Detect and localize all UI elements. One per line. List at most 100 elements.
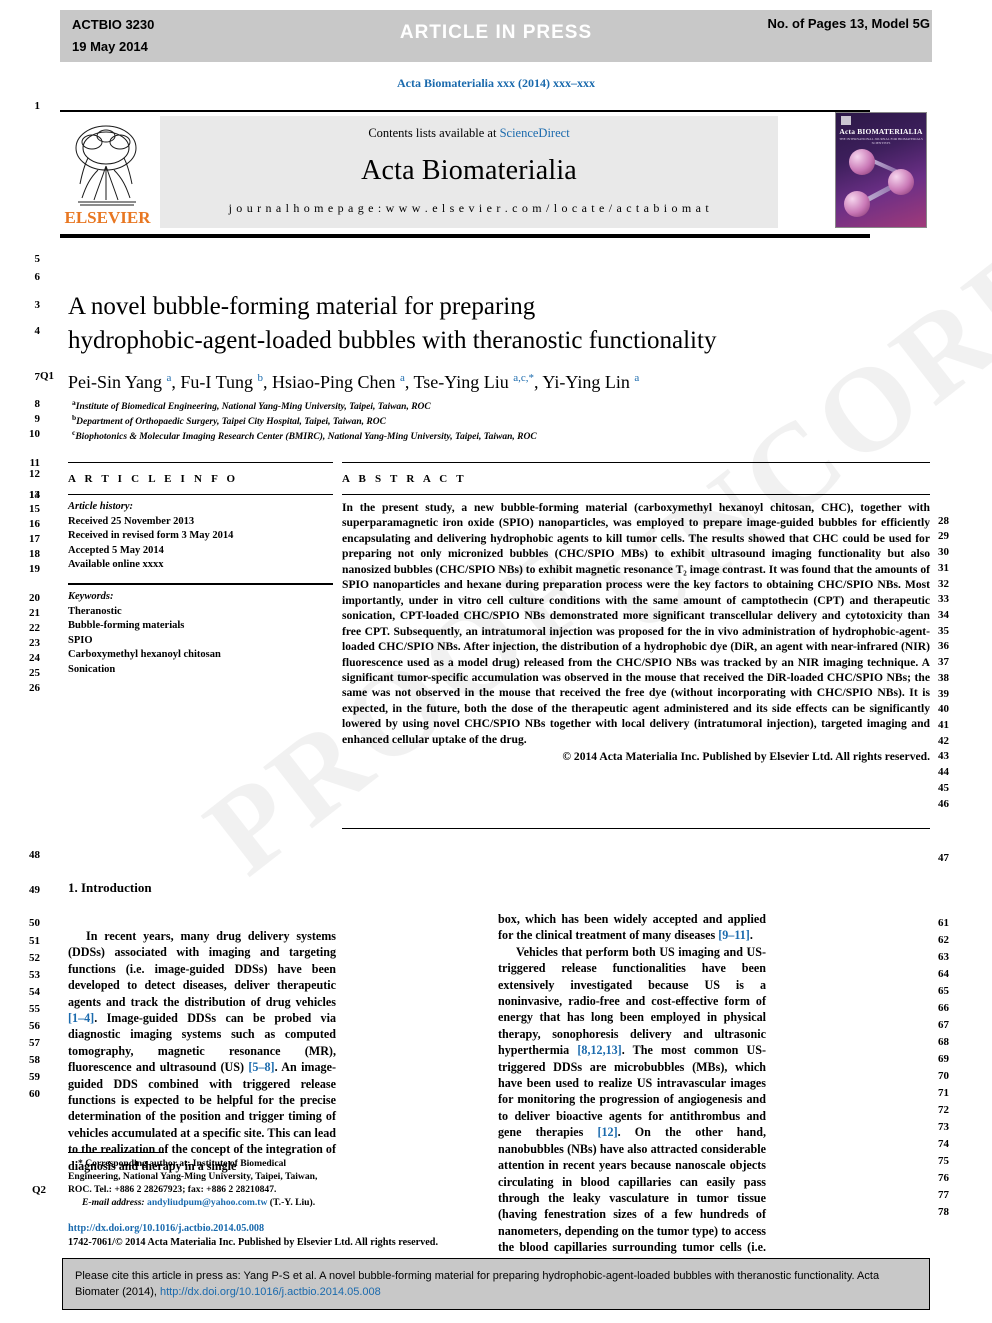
line-number: 71 [938,1087,949,1099]
line-number: 43 [938,750,949,762]
abstract-heading-rule [342,494,930,495]
line-number: 77 [938,1189,949,1201]
line-number: 30 [938,546,949,558]
line-number: 70 [938,1070,949,1082]
line-number: 4 [34,325,41,337]
line-number: 38 [938,672,949,684]
line-number: 41 [938,719,949,731]
line-number: 9 [34,413,41,425]
line-number: 58 [29,1054,40,1066]
line-number: 61 [938,917,949,929]
line-number: 53 [29,969,40,981]
article-history-label: Article history: [68,501,134,512]
line-number: 55 [29,1003,40,1015]
line-number: 76 [938,1172,949,1184]
cite-doi-link[interactable]: http://dx.doi.org/10.1016/j.actbio.2014.… [160,1286,381,1298]
article-info-heading-rule [68,494,333,495]
line-number: 57 [29,1037,40,1049]
line-number: 1 [34,100,41,112]
line-number: 19 [29,563,40,575]
line-number: 69 [938,1053,949,1065]
issn-copyright-line: 1742-7061/© 2014 Acta Materialia Inc. Pu… [68,1237,439,1248]
line-number: 20 [29,592,40,604]
line-number: 72 [938,1104,949,1116]
line-number: 31 [938,562,949,574]
footnote-block: * Corresponding author at: Institute of … [68,1157,336,1209]
running-head: Acta Biomaterialia xxx (2014) xxx–xxx [397,76,595,90]
contents-prefix: Contents lists available at [368,126,500,140]
sciencedirect-link[interactable]: ScienceDirect [500,126,570,140]
line-number: 25 [29,667,40,679]
abstract-heading: A B S T R A C T [342,473,467,485]
line-number: 12 [29,468,40,480]
line-number: 59 [29,1071,40,1083]
title-line-2: hydrophobic-agent-loaded bubbles with th… [68,327,717,354]
line-number: 60 [29,1088,40,1100]
line-number: 29 [938,530,949,542]
section-heading-introduction: 1. Introduction [68,880,152,895]
masthead-top-rule [60,110,870,112]
article-info-heading: A R T I C L E I N F O [68,473,239,485]
line-number: 42 [938,735,949,747]
pages-model-label: No. of Pages 13, Model 5G [767,16,930,31]
intro-paragraph-1-cont: box, which has been widely accepted and … [498,912,766,943]
keyword-item: SPIO [68,634,93,646]
line-number: 33 [938,593,949,605]
keywords-block: Keywords: Theranostic Bubble-forming mat… [68,590,333,678]
line-number: 74 [938,1138,949,1150]
line-number: 62 [938,934,949,946]
line-number: 51 [29,935,40,947]
line-number: 54 [29,986,40,998]
intro-paragraph-1: In recent years, many drug delivery syst… [68,929,336,1173]
line-number: 50 [29,917,40,929]
line-number: 65 [938,985,949,997]
line-number: 35 [938,625,949,637]
line-number: 78 [938,1206,949,1218]
line-number: 47 [938,852,949,864]
keyword-item: Sonication [68,663,116,675]
cover-publisher-mark [841,116,851,125]
line-number: 14 [29,489,40,501]
line-number: 28 [938,515,949,527]
journal-cover-thumbnail: Acta BIOMATERIALIA THE INTERNATIONAL JOU… [835,112,927,228]
abstract-body: In the present study, a new bubble-formi… [342,500,930,765]
line-number: 7 [34,371,41,383]
article-history: Article history: Received 25 November 20… [68,500,333,573]
corresponding-author-note: * Corresponding author at: Institute of … [68,1158,318,1195]
line-number: 34 [938,609,949,621]
cover-sphere-1 [849,149,875,175]
line-number: 23 [29,637,40,649]
line-number: 17 [29,533,40,545]
keywords-divider-rule [68,583,333,585]
journal-title: Acta Biomaterialia [361,155,577,186]
intro-paragraph-2: Vehicles that perform both US imaging an… [498,944,766,1304]
cover-sphere-3 [844,191,870,217]
line-number: 8 [34,398,41,410]
doi-link[interactable]: http://dx.doi.org/10.1016/j.actbio.2014.… [68,1222,498,1236]
line-number: 44 [938,766,949,778]
line-number: 45 [938,782,949,794]
journal-info-box: Contents lists available at ScienceDirec… [160,116,778,228]
line-number: 18 [29,548,40,560]
title-line-1: A novel bubble-forming material for prep… [68,293,536,320]
abstract-copyright: © 2014 Acta Materialia Inc. Published by… [562,750,930,764]
line-number: 49 [29,884,40,896]
line-number: 32 [938,578,949,590]
history-available-online: Available online xxxx [68,559,164,571]
masthead-bottom-rule [60,234,870,238]
line-number: 64 [938,968,949,980]
footnote-rule [68,1152,164,1153]
email-owner: (T.-Y. Liu). [269,1197,316,1208]
email-address-link[interactable]: andyliudpum@yahoo.com.tw [147,1197,267,1208]
email-note: E-mail address: andyliudpum@yahoo.com.tw… [68,1196,336,1209]
line-number: 68 [938,1036,949,1048]
cover-title: Acta BIOMATERIALIA [839,127,923,136]
introduction-left-column: In recent years, many drug delivery syst… [68,928,336,1174]
line-number: 22 [29,622,40,634]
abstract-text: In the present study, a new bubble-formi… [342,501,930,746]
line-number: 48 [29,849,40,861]
cover-subtitle: THE INTERNATIONAL JOURNAL FOR BIOMATERIA… [839,137,923,145]
journal-homepage-url[interactable]: j o u r n a l h o m e p a g e : w w w . … [229,201,710,216]
keyword-item: Bubble-forming materials [68,620,185,632]
author-list: Pei-Sin Yang a, Fu-I Tung b, Hsiao-Ping … [68,372,640,392]
